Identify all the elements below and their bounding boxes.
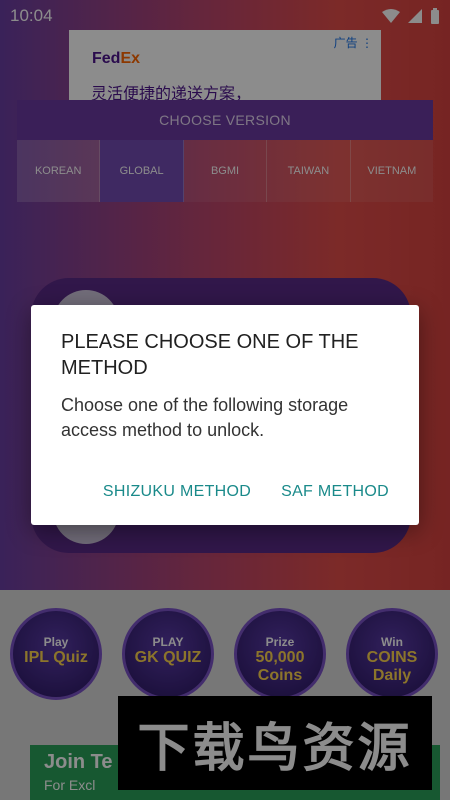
saf-method-button[interactable]: SAF METHOD: [281, 483, 389, 501]
dialog-title: PLEASE CHOOSE ONE OF THE METHOD: [61, 331, 359, 379]
shizuku-method-button[interactable]: SHIZUKU METHOD: [103, 483, 251, 501]
dialog-actions: SHIZUKU METHOD SAF METHOD: [103, 483, 389, 501]
method-dialog: PLEASE CHOOSE ONE OF THE METHOD Choose o…: [31, 305, 419, 525]
dialog-message: Choose one of the following storage acce…: [61, 395, 349, 440]
